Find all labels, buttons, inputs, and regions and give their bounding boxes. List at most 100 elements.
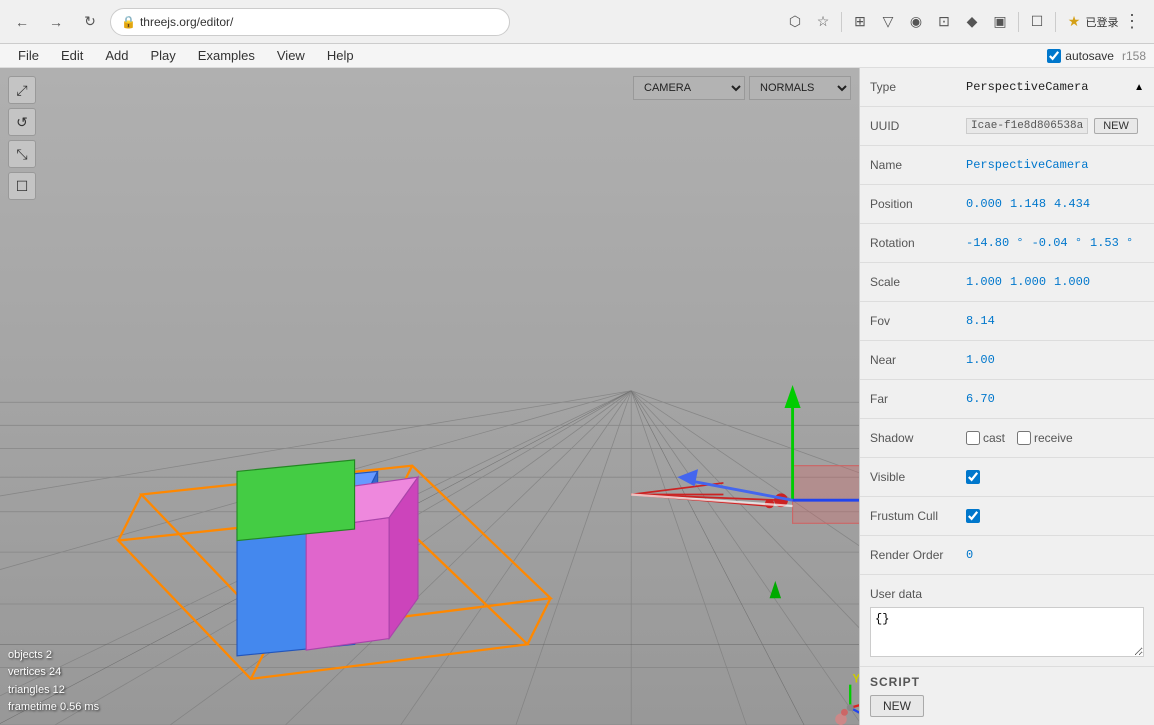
viewport-stats: objects 2 vertices 24 triangles 12 frame… bbox=[8, 647, 99, 717]
stat-objects: objects 2 bbox=[8, 647, 99, 665]
fov-row: Fov 8.14 bbox=[870, 308, 1144, 334]
near-label: Near bbox=[870, 353, 960, 367]
render-order-input[interactable] bbox=[966, 548, 1006, 562]
name-label: Name bbox=[870, 158, 960, 172]
scale-section: Scale 1.000 1.000 1.000 bbox=[860, 263, 1154, 302]
viewport-dropdowns: CAMERA PERSPECTIVE TOP FRONT SIDE NORMAL… bbox=[633, 76, 851, 100]
visible-label: Visible bbox=[870, 470, 960, 484]
scroll-up-icon[interactable]: ▲ bbox=[1134, 82, 1144, 93]
menu-file[interactable]: File bbox=[8, 44, 49, 67]
far-label: Far bbox=[870, 392, 960, 406]
name-input[interactable] bbox=[966, 158, 1126, 172]
ext-4-icon[interactable]: ⊡ bbox=[932, 10, 956, 34]
script-title: SCRIPT bbox=[870, 675, 1144, 689]
userdata-label-row: User data bbox=[870, 581, 1144, 607]
browser-menu-button[interactable]: ⋮ bbox=[1118, 8, 1146, 36]
name-row: Name bbox=[870, 152, 1144, 178]
fov-section: Fov 8.14 bbox=[860, 302, 1154, 341]
position-z[interactable]: 4.434 bbox=[1054, 197, 1090, 211]
focus-tool[interactable]: ☐ bbox=[8, 172, 36, 200]
camera-select[interactable]: CAMERA PERSPECTIVE TOP FRONT SIDE bbox=[633, 76, 745, 100]
position-x[interactable]: 0.000 bbox=[966, 197, 1002, 211]
revision-label: r158 bbox=[1122, 49, 1146, 63]
refresh-button[interactable]: ↻ bbox=[76, 8, 104, 36]
visible-row: Visible bbox=[870, 464, 1144, 490]
address-bar[interactable]: 🔒 threejs.org/editor/ bbox=[110, 8, 510, 36]
ext-5-icon[interactable]: ◆ bbox=[960, 10, 984, 34]
stat-frametime: frametime 0.56 ms bbox=[8, 699, 99, 717]
far-row: Far 6.70 bbox=[870, 386, 1144, 412]
shadow-receive-text: receive bbox=[1034, 431, 1073, 445]
userdata-textarea[interactable]: {} bbox=[870, 607, 1144, 657]
visible-checkbox[interactable] bbox=[966, 470, 980, 484]
autosave-checkbox[interactable] bbox=[1047, 49, 1061, 63]
scale-x[interactable]: 1.000 bbox=[966, 275, 1002, 289]
ext-2-icon[interactable]: ▽ bbox=[876, 10, 900, 34]
script-new-button[interactable]: NEW bbox=[870, 695, 924, 717]
menu-view[interactable]: View bbox=[267, 44, 315, 67]
position-label: Position bbox=[870, 197, 960, 211]
ext-bookmark-icon[interactable]: ☆ bbox=[811, 10, 835, 34]
position-row: Position 0.000 1.148 4.434 bbox=[870, 191, 1144, 217]
translate-tool[interactable]: ⤢ bbox=[8, 76, 36, 104]
shadow-cast-checkbox[interactable] bbox=[966, 431, 980, 445]
autosave-label: autosave bbox=[1047, 49, 1114, 63]
ext-yellow-icon[interactable]: ★ bbox=[1062, 10, 1086, 34]
shadow-receive-label[interactable]: receive bbox=[1017, 431, 1073, 445]
rotation-values: -14.80 ° -0.04 ° 1.53 ° bbox=[966, 236, 1133, 250]
fov-value[interactable]: 8.14 bbox=[966, 314, 995, 328]
forward-button[interactable]: → bbox=[42, 8, 70, 36]
uuid-label: UUID bbox=[870, 119, 960, 133]
browser-chrome: ← → ↻ 🔒 threejs.org/editor/ ⬡ ☆ ⊞ ▽ ◉ ⊡ … bbox=[0, 0, 1154, 44]
ext-3-icon[interactable]: ◉ bbox=[904, 10, 928, 34]
scale-row: Scale 1.000 1.000 1.000 bbox=[870, 269, 1144, 295]
near-value[interactable]: 1.00 bbox=[966, 353, 995, 367]
rotation-z[interactable]: 1.53 ° bbox=[1090, 236, 1133, 250]
menu-examples[interactable]: Examples bbox=[188, 44, 265, 67]
menu-bar: File Edit Add Play Examples View Help au… bbox=[0, 44, 1154, 68]
uuid-new-button[interactable]: NEW bbox=[1094, 118, 1138, 134]
scale-y[interactable]: 1.000 bbox=[1010, 275, 1046, 289]
app-container: File Edit Add Play Examples View Help au… bbox=[0, 44, 1154, 658]
rotation-section: Rotation -14.80 ° -0.04 ° 1.53 ° bbox=[860, 224, 1154, 263]
type-value: PerspectiveCamera bbox=[966, 80, 1088, 94]
menu-edit[interactable]: Edit bbox=[51, 44, 93, 67]
scale-z[interactable]: 1.000 bbox=[1054, 275, 1090, 289]
fov-label: Fov bbox=[870, 314, 960, 328]
render-order-row: Render Order bbox=[870, 542, 1144, 568]
normals-select[interactable]: NORMALS DEFAULT WIREFRAME bbox=[749, 76, 851, 100]
shadow-cast-label[interactable]: cast bbox=[966, 431, 1005, 445]
shadow-section: Shadow cast receive bbox=[860, 419, 1154, 458]
ext-cast-icon[interactable]: ⬡ bbox=[783, 10, 807, 34]
type-label: Type bbox=[870, 80, 960, 94]
shadow-receive-checkbox[interactable] bbox=[1017, 431, 1031, 445]
shadow-row: Shadow cast receive bbox=[870, 425, 1144, 451]
frustum-section: Frustum Cull bbox=[860, 497, 1154, 536]
rotation-x[interactable]: -14.80 ° bbox=[966, 236, 1024, 250]
script-section: SCRIPT NEW bbox=[860, 667, 1154, 725]
scale-values: 1.000 1.000 1.000 bbox=[966, 275, 1090, 289]
menu-right: autosave r158 bbox=[1047, 49, 1146, 63]
svg-text:Y: Y bbox=[853, 673, 859, 685]
near-row: Near 1.00 bbox=[870, 347, 1144, 373]
far-section: Far 6.70 bbox=[860, 380, 1154, 419]
user-badge[interactable]: 已登录 bbox=[1090, 10, 1114, 34]
back-button[interactable]: ← bbox=[8, 8, 36, 36]
position-y[interactable]: 1.148 bbox=[1010, 197, 1046, 211]
menu-play[interactable]: Play bbox=[141, 44, 186, 67]
uuid-section: UUID Icae-f1e8d806538a NEW bbox=[860, 107, 1154, 146]
frustum-checkbox[interactable] bbox=[966, 509, 980, 523]
ext-1-icon[interactable]: ⊞ bbox=[848, 10, 872, 34]
rotation-y[interactable]: -0.04 ° bbox=[1032, 236, 1082, 250]
right-panel: Type PerspectiveCamera ▲ UUID Icae-f1e8d… bbox=[859, 68, 1154, 725]
menu-add[interactable]: Add bbox=[95, 44, 138, 67]
viewport[interactable]: ⤢ ↺ ⤡ ☐ CAMERA PERSPECTIVE TOP FRONT SID… bbox=[0, 68, 859, 725]
rotation-label: Rotation bbox=[870, 236, 960, 250]
far-value[interactable]: 6.70 bbox=[966, 392, 995, 406]
menu-help[interactable]: Help bbox=[317, 44, 364, 67]
ext-6-icon[interactable]: ▣ bbox=[988, 10, 1012, 34]
scale-tool[interactable]: ⤡ bbox=[8, 140, 36, 168]
shadow-label: Shadow bbox=[870, 431, 960, 445]
rotate-tool[interactable]: ↺ bbox=[8, 108, 36, 136]
profile-icon[interactable]: ☐ bbox=[1025, 10, 1049, 34]
